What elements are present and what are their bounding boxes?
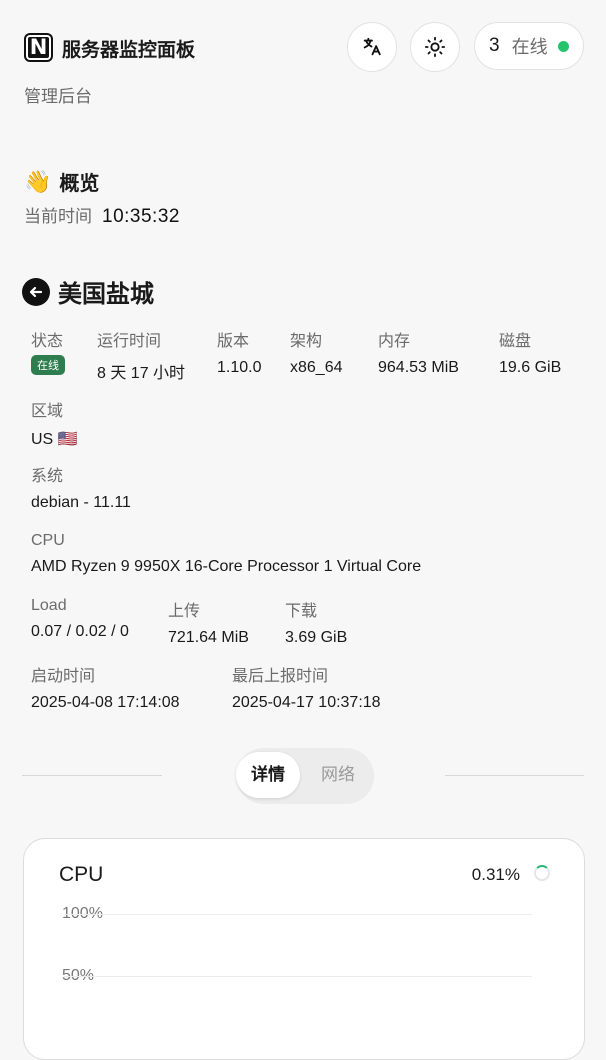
field-value: 2025-04-17 10:37:18 <box>232 694 381 711</box>
field-label: 版本 <box>217 333 250 350</box>
current-time: 当前时间 10:35:32 <box>24 202 180 228</box>
field-value: AMD Ryzen 9 9950X 16-Core Processor 1 Vi… <box>31 558 422 575</box>
wave-icon: 👋 <box>24 168 52 194</box>
arrow-left-icon <box>29 286 43 297</box>
field-value: 1.10.0 <box>217 359 262 376</box>
overview-title-text: 概览 <box>59 173 100 195</box>
tab-bar: 详情 网络 <box>236 748 374 804</box>
field-value: 3.69 GiB <box>285 629 348 646</box>
field-value: US 🇺🇸 <box>31 431 78 448</box>
field-value: 964.53 MiB <box>378 359 459 376</box>
field-boot-time: 启动时间 2025-04-08 17:14:08 <box>31 662 180 712</box>
field-label: 状态 <box>31 333 64 350</box>
field-label: Load <box>31 597 67 614</box>
logo-icon: N <box>24 33 53 62</box>
field-label: CPU <box>31 532 65 549</box>
field-version: 版本 1.10.0 <box>217 327 261 377</box>
header: N 服务器监控面板 3 在线 <box>24 22 584 74</box>
field-value: 0.07 / 0.02 / 0 <box>31 623 129 640</box>
grid-line <box>64 976 532 977</box>
grid-line <box>64 914 532 915</box>
field-label: 架构 <box>290 333 323 350</box>
field-label: 系统 <box>31 468 64 485</box>
field-label: 上传 <box>168 603 201 620</box>
field-label: 下载 <box>285 603 318 620</box>
field-value: debian - 11.11 <box>31 494 131 511</box>
online-count: 3 <box>489 35 500 56</box>
online-label: 在线 <box>511 37 548 57</box>
field-label: 磁盘 <box>499 333 532 350</box>
field-region: 区域 US 🇺🇸 <box>31 397 78 449</box>
language-button[interactable] <box>347 22 397 72</box>
server-title: 美国盐城 <box>22 274 154 309</box>
field-value: 2025-04-08 17:14:08 <box>31 694 180 711</box>
field-disk: 磁盘 19.6 GiB <box>499 327 561 377</box>
subtitle: 管理后台 <box>24 87 92 106</box>
divider-right <box>445 775 584 776</box>
field-status: 状态 在线 <box>31 327 65 375</box>
field-os: 系统 debian - 11.11 <box>31 462 131 512</box>
server-name: 美国盐城 <box>58 281 154 308</box>
field-label: 启动时间 <box>31 668 96 685</box>
field-label: 最后上报时间 <box>232 668 329 685</box>
field-uptime: 运行时间 8 天 17 小时 <box>97 327 185 383</box>
field-upload: 上传 721.64 MiB <box>168 597 249 647</box>
cpu-card-title: CPU <box>59 863 104 886</box>
field-value: 721.64 MiB <box>168 629 249 646</box>
back-button[interactable] <box>22 277 50 306</box>
theme-toggle-button[interactable] <box>410 22 460 72</box>
field-cpu: CPU AMD Ryzen 9 9950X 16-Core Processor … <box>31 532 421 576</box>
sun-icon <box>424 36 446 58</box>
field-load: Load 0.07 / 0.02 / 0 <box>31 597 129 641</box>
current-time-value: 10:35:32 <box>102 206 180 227</box>
field-arch: 架构 x86_64 <box>290 327 343 377</box>
current-time-label: 当前时间 <box>24 207 92 226</box>
field-value: 19.6 GiB <box>499 359 562 376</box>
online-status-dot <box>558 41 569 52</box>
tab-network[interactable]: 网络 <box>308 752 368 798</box>
translate-icon <box>363 37 381 56</box>
loading-spinner-icon <box>534 865 550 881</box>
divider-left <box>22 775 162 776</box>
status-badge: 在线 <box>31 355 65 375</box>
field-value: x86_64 <box>290 359 343 376</box>
field-last-report: 最后上报时间 2025-04-17 10:37:18 <box>232 662 381 712</box>
brand-title: 服务器监控面板 <box>62 40 196 61</box>
field-download: 下载 3.69 GiB <box>285 597 347 647</box>
tab-details[interactable]: 详情 <box>236 752 300 798</box>
field-value: 8 天 17 小时 <box>97 365 186 382</box>
field-label: 运行时间 <box>97 333 162 350</box>
field-memory: 内存 964.53 MiB <box>378 327 459 377</box>
field-label: 区域 <box>31 403 64 420</box>
overview-title: 👋 概览 <box>24 167 99 196</box>
cpu-usage-value: 0.31% <box>471 865 520 884</box>
online-count-pill[interactable]: 3 在线 <box>474 22 584 70</box>
cpu-chart-card: CPU 0.31% 100% 50% <box>23 838 585 1060</box>
field-label: 内存 <box>378 333 411 350</box>
